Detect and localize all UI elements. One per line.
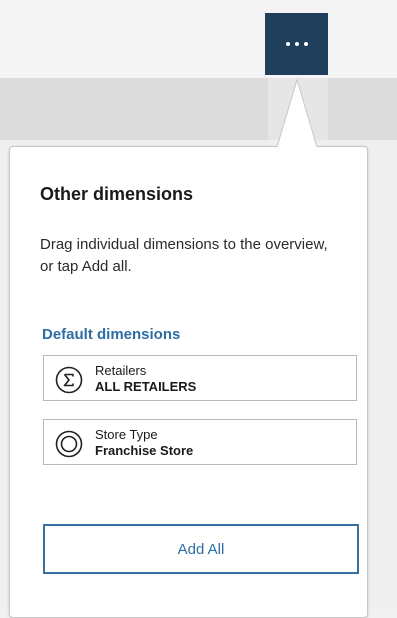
- dimension-name: Store Type: [95, 427, 158, 442]
- dimension-value: ALL RETAILERS: [95, 379, 197, 394]
- app-background-top: [0, 0, 397, 78]
- other-dimensions-popover: Other dimensions Drag individual dimensi…: [9, 146, 368, 618]
- more-horizontal-icon: [285, 42, 308, 46]
- dimension-value: Franchise Store: [95, 443, 194, 458]
- dimension-name: Retailers: [95, 363, 147, 378]
- default-dimensions-heading: Default dimensions: [42, 326, 181, 343]
- app-background-column: [268, 78, 328, 140]
- more-options-button[interactable]: [265, 13, 328, 75]
- popover-title: Other dimensions: [40, 184, 194, 204]
- popover-description: Drag individual dimensions to the overvi…: [40, 236, 328, 275]
- dimension-card-store-type[interactable]: Store Type Franchise Store: [43, 419, 357, 465]
- dimension-card-retailers[interactable]: Retailers ALL RETAILERS: [43, 355, 357, 401]
- app-background-band: [0, 78, 397, 140]
- sigma-icon: [55, 366, 83, 394]
- add-all-button[interactable]: Add All: [43, 524, 359, 574]
- circle-icon: [55, 430, 83, 458]
